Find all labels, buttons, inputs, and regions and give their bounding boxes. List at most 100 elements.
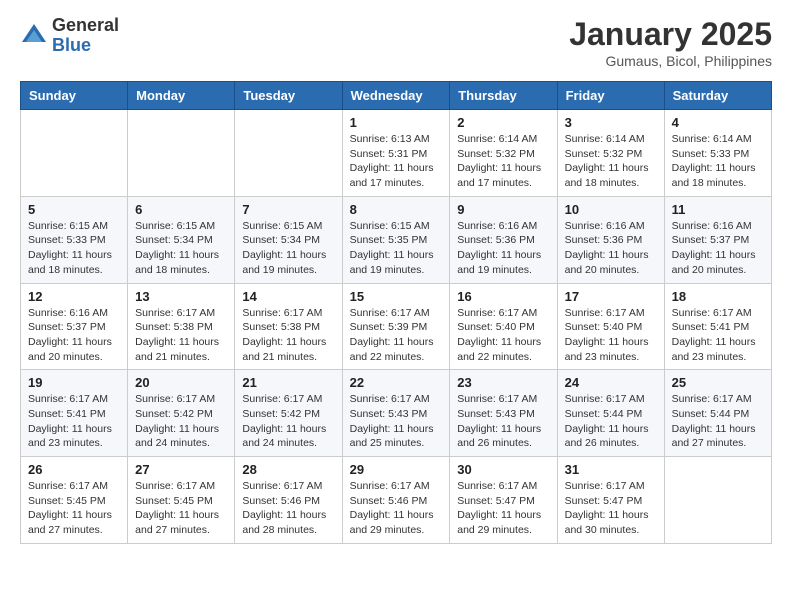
calendar-cell <box>235 110 342 197</box>
day-info: Sunrise: 6:15 AM Sunset: 5:34 PM Dayligh… <box>135 219 227 278</box>
day-info: Sunrise: 6:17 AM Sunset: 5:38 PM Dayligh… <box>242 306 334 365</box>
calendar-cell: 9 Sunrise: 6:16 AM Sunset: 5:36 PM Daylig… <box>450 196 557 283</box>
day-number: 12 <box>28 289 120 304</box>
calendar-cell: 14 Sunrise: 6:17 AM Sunset: 5:38 PM Dayli… <box>235 283 342 370</box>
day-info: Sunrise: 6:17 AM Sunset: 5:43 PM Dayligh… <box>457 392 549 451</box>
calendar-cell: 6 Sunrise: 6:15 AM Sunset: 5:34 PM Daylig… <box>128 196 235 283</box>
day-info: Sunrise: 6:14 AM Sunset: 5:33 PM Dayligh… <box>672 132 764 191</box>
day-number: 13 <box>135 289 227 304</box>
day-info: Sunrise: 6:14 AM Sunset: 5:32 PM Dayligh… <box>457 132 549 191</box>
day-number: 23 <box>457 375 549 390</box>
calendar-cell: 22 Sunrise: 6:17 AM Sunset: 5:43 PM Dayli… <box>342 370 450 457</box>
day-info: Sunrise: 6:17 AM Sunset: 5:40 PM Dayligh… <box>565 306 657 365</box>
calendar-cell: 24Sunrise: 6:17 AM Sunset: 5:44 PM Dayli… <box>557 370 664 457</box>
day-info: Sunrise: 6:17 AM Sunset: 5:38 PM Dayligh… <box>135 306 227 365</box>
day-number: 15 <box>350 289 443 304</box>
calendar-cell: 7Sunrise: 6:15 AM Sunset: 5:34 PM Daylig… <box>235 196 342 283</box>
calendar-cell: 31 Sunrise: 6:17 AM Sunset: 5:47 PM Dayli… <box>557 457 664 544</box>
calendar-cell: 28 Sunrise: 6:17 AM Sunset: 5:46 PM Dayli… <box>235 457 342 544</box>
day-info: Sunrise: 6:17 AM Sunset: 5:45 PM Dayligh… <box>135 479 227 538</box>
day-info: Sunrise: 6:16 AM Sunset: 5:36 PM Dayligh… <box>457 219 549 278</box>
calendar-cell <box>128 110 235 197</box>
day-info: Sunrise: 6:17 AM Sunset: 5:44 PM Dayligh… <box>565 392 657 451</box>
day-number: 2 <box>457 115 549 130</box>
day-number: 9 <box>457 202 549 217</box>
calendar-cell: 27 Sunrise: 6:17 AM Sunset: 5:45 PM Dayli… <box>128 457 235 544</box>
calendar-cell: 29 Sunrise: 6:17 AM Sunset: 5:46 PM Dayli… <box>342 457 450 544</box>
day-number: 21 <box>242 375 334 390</box>
weekday-header-monday: Monday <box>128 82 235 110</box>
calendar-table: SundayMondayTuesdayWednesdayThursdayFrid… <box>20 81 772 544</box>
day-info: Sunrise: 6:17 AM Sunset: 5:40 PM Dayligh… <box>457 306 549 365</box>
day-number: 27 <box>135 462 227 477</box>
weekday-header-sunday: Sunday <box>21 82 128 110</box>
day-info: Sunrise: 6:16 AM Sunset: 5:36 PM Dayligh… <box>565 219 657 278</box>
day-number: 14 <box>242 289 334 304</box>
calendar-cell <box>664 457 771 544</box>
calendar-cell: 5 Sunrise: 6:15 AM Sunset: 5:33 PM Daylig… <box>21 196 128 283</box>
day-info: Sunrise: 6:17 AM Sunset: 5:46 PM Dayligh… <box>242 479 334 538</box>
weekday-header-saturday: Saturday <box>664 82 771 110</box>
day-info: Sunrise: 6:17 AM Sunset: 5:47 PM Dayligh… <box>457 479 549 538</box>
weekday-header-thursday: Thursday <box>450 82 557 110</box>
calendar-cell: 30 Sunrise: 6:17 AM Sunset: 5:47 PM Dayli… <box>450 457 557 544</box>
weekday-header-tuesday: Tuesday <box>235 82 342 110</box>
day-info: Sunrise: 6:15 AM Sunset: 5:35 PM Dayligh… <box>350 219 443 278</box>
calendar-cell: 18 Sunrise: 6:17 AM Sunset: 5:41 PM Dayli… <box>664 283 771 370</box>
day-number: 11 <box>672 202 764 217</box>
logo-blue-text: Blue <box>52 36 119 56</box>
day-number: 31 <box>565 462 657 477</box>
day-info: Sunrise: 6:17 AM Sunset: 5:42 PM Dayligh… <box>242 392 334 451</box>
calendar-cell: 21 Sunrise: 6:17 AM Sunset: 5:42 PM Dayli… <box>235 370 342 457</box>
day-number: 17 <box>565 289 657 304</box>
day-number: 28 <box>242 462 334 477</box>
calendar-cell: 26Sunrise: 6:17 AM Sunset: 5:45 PM Dayli… <box>21 457 128 544</box>
month-title: January 2025 <box>569 16 772 53</box>
logo-icon <box>20 22 48 50</box>
logo-text: General Blue <box>52 16 119 56</box>
calendar-cell: 8 Sunrise: 6:15 AM Sunset: 5:35 PM Daylig… <box>342 196 450 283</box>
logo-general-text: General <box>52 16 119 36</box>
day-number: 8 <box>350 202 443 217</box>
day-info: Sunrise: 6:16 AM Sunset: 5:37 PM Dayligh… <box>28 306 120 365</box>
page-header: General Blue January 2025 Gumaus, Bicol,… <box>20 16 772 69</box>
day-number: 1 <box>350 115 443 130</box>
day-info: Sunrise: 6:17 AM Sunset: 5:46 PM Dayligh… <box>350 479 443 538</box>
calendar-cell: 17 Sunrise: 6:17 AM Sunset: 5:40 PM Dayli… <box>557 283 664 370</box>
day-info: Sunrise: 6:17 AM Sunset: 5:39 PM Dayligh… <box>350 306 443 365</box>
calendar-cell: 12 Sunrise: 6:16 AM Sunset: 5:37 PM Dayli… <box>21 283 128 370</box>
title-block: January 2025 Gumaus, Bicol, Philippines <box>569 16 772 69</box>
day-info: Sunrise: 6:14 AM Sunset: 5:32 PM Dayligh… <box>565 132 657 191</box>
calendar-cell: 20 Sunrise: 6:17 AM Sunset: 5:42 PM Dayli… <box>128 370 235 457</box>
day-info: Sunrise: 6:17 AM Sunset: 5:43 PM Dayligh… <box>350 392 443 451</box>
day-info: Sunrise: 6:17 AM Sunset: 5:42 PM Dayligh… <box>135 392 227 451</box>
day-number: 10 <box>565 202 657 217</box>
calendar-cell: 1Sunrise: 6:13 AM Sunset: 5:31 PM Daylig… <box>342 110 450 197</box>
location-title: Gumaus, Bicol, Philippines <box>569 53 772 69</box>
day-info: Sunrise: 6:17 AM Sunset: 5:41 PM Dayligh… <box>672 306 764 365</box>
day-number: 6 <box>135 202 227 217</box>
day-info: Sunrise: 6:17 AM Sunset: 5:44 PM Dayligh… <box>672 392 764 451</box>
day-number: 29 <box>350 462 443 477</box>
calendar-cell: 2 Sunrise: 6:14 AM Sunset: 5:32 PM Daylig… <box>450 110 557 197</box>
day-info: Sunrise: 6:17 AM Sunset: 5:45 PM Dayligh… <box>28 479 120 538</box>
day-number: 30 <box>457 462 549 477</box>
week-row-1: 5 Sunrise: 6:15 AM Sunset: 5:33 PM Daylig… <box>21 196 772 283</box>
day-number: 25 <box>672 375 764 390</box>
day-info: Sunrise: 6:17 AM Sunset: 5:47 PM Dayligh… <box>565 479 657 538</box>
calendar-cell: 11 Sunrise: 6:16 AM Sunset: 5:37 PM Dayli… <box>664 196 771 283</box>
week-row-2: 12 Sunrise: 6:16 AM Sunset: 5:37 PM Dayli… <box>21 283 772 370</box>
day-number: 20 <box>135 375 227 390</box>
day-info: Sunrise: 6:17 AM Sunset: 5:41 PM Dayligh… <box>28 392 120 451</box>
day-number: 22 <box>350 375 443 390</box>
day-number: 18 <box>672 289 764 304</box>
week-row-3: 19Sunrise: 6:17 AM Sunset: 5:41 PM Dayli… <box>21 370 772 457</box>
day-number: 4 <box>672 115 764 130</box>
calendar-cell: 13 Sunrise: 6:17 AM Sunset: 5:38 PM Dayli… <box>128 283 235 370</box>
day-info: Sunrise: 6:16 AM Sunset: 5:37 PM Dayligh… <box>672 219 764 278</box>
logo: General Blue <box>20 16 119 56</box>
day-info: Sunrise: 6:15 AM Sunset: 5:33 PM Dayligh… <box>28 219 120 278</box>
day-number: 5 <box>28 202 120 217</box>
calendar-cell: 16Sunrise: 6:17 AM Sunset: 5:40 PM Dayli… <box>450 283 557 370</box>
day-number: 7 <box>242 202 334 217</box>
